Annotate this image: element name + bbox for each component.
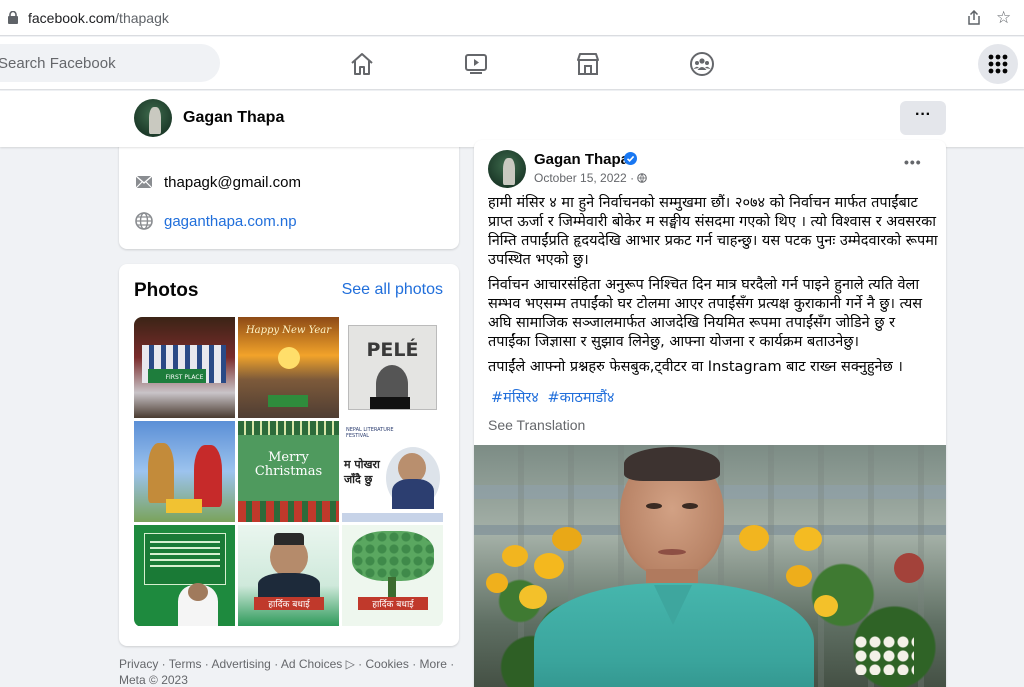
post-paragraph: तपाईंले आफ्नो प्रश्नहरु फेसबुक,ट्वीटर वा… — [488, 359, 903, 375]
hashtag-link[interactable]: #मंसिर४ — [491, 390, 539, 406]
photo-caption: हार्दिक बधाई — [358, 597, 428, 610]
profile-header-bar: Gagan Thapa ··· — [0, 91, 1024, 147]
photos-grid: FIRST PLACE Happy New Year PELÉ Merry Ch… — [134, 317, 443, 627]
email-text: thapagk@gmail.com — [164, 174, 301, 191]
post-date: October 15, 2022 — [534, 171, 627, 185]
menu-grid-icon — [988, 54, 1008, 74]
email-icon — [135, 175, 153, 189]
footer-link-more[interactable]: More — [420, 657, 447, 671]
groups-icon[interactable] — [688, 50, 716, 78]
post-body: हामी मंसिर ४ मा हुने निर्वाचनको सम्मुखमा… — [488, 194, 938, 383]
marketplace-icon[interactable] — [574, 50, 602, 78]
photo-caption: हार्दिक बधाई — [254, 597, 324, 610]
post-timestamp[interactable]: October 15, 2022 · — [534, 171, 648, 185]
bookmark-star-icon[interactable]: ☆ — [996, 8, 1011, 28]
photo-tile[interactable]: NEPAL LITERATURE FESTIVAL म पोखरा जाँदै छ… — [342, 421, 443, 522]
photo-caption: PELÉ — [366, 339, 419, 361]
post-video[interactable] — [474, 445, 946, 687]
menu-grid-button[interactable] — [978, 44, 1018, 84]
page-footer: Privacy · Terms · Advertising · Ad Choic… — [119, 657, 455, 687]
photo-tile[interactable]: PELÉ — [342, 317, 443, 418]
url-path: /thapagk — [115, 10, 169, 26]
hashtag-link[interactable]: #काठमाडौं४ — [547, 390, 614, 406]
ad-choices-icon: ▷ — [345, 657, 355, 671]
post-card: Gagan Thapa October 15, 2022 · ••• हामी … — [474, 140, 946, 687]
post-options-button[interactable]: ••• — [904, 154, 922, 170]
photo-tile[interactable] — [134, 525, 235, 626]
public-globe-icon — [637, 173, 648, 183]
search-input[interactable]: Search Facebook — [0, 44, 220, 82]
footer-link-terms[interactable]: Terms — [169, 657, 202, 671]
footer-copyright: Meta © 2023 — [119, 673, 188, 687]
lock-icon — [8, 11, 18, 24]
home-icon[interactable] — [348, 50, 376, 78]
browser-address-bar: facebook.com/thapagk ☆ — [0, 0, 1024, 36]
facebook-top-nav: Search Facebook — [0, 37, 1024, 90]
photo-caption: Happy New Year — [245, 325, 332, 336]
search-placeholder: Search Facebook — [0, 55, 116, 72]
photos-title: Photos — [134, 280, 199, 301]
photo-tile[interactable]: Happy New Year — [238, 317, 339, 418]
photo-tile[interactable]: Merry Christmas — [238, 421, 339, 522]
photo-tile[interactable]: हार्दिक बधाई — [238, 525, 339, 626]
see-translation-link[interactable]: See Translation — [488, 417, 585, 433]
post-author-avatar[interactable] — [488, 150, 526, 188]
profile-more-button[interactable]: ··· — [900, 101, 946, 135]
post-paragraph: हामी मंसिर ४ मा हुने निर्वाचनको सम्मुखमा… — [488, 195, 938, 268]
url-domain: facebook.com — [28, 10, 116, 26]
see-all-photos-link[interactable]: See all photos — [342, 281, 443, 299]
footer-link-privacy[interactable]: Privacy — [119, 657, 158, 671]
share-icon[interactable] — [966, 10, 982, 26]
photos-card: Photos See all photos FIRST PLACE Happy … — [119, 264, 459, 646]
photo-caption: Merry Christmas — [254, 450, 323, 479]
photo-caption: NEPAL LITERATURE FESTIVAL — [346, 427, 394, 439]
profile-name[interactable]: Gagan Thapa — [183, 109, 284, 127]
post-hashtags: #मंसिर४ #काठमाडौं४ — [491, 387, 618, 407]
post-paragraph: निर्वाचन आचारसंहिता अनुरूप निश्चित दिन म… — [488, 277, 923, 350]
post-author-name[interactable]: Gagan Thapa — [534, 151, 629, 168]
footer-link-cookies[interactable]: Cookies — [366, 657, 409, 671]
website-link[interactable]: gaganthapa.com.np — [164, 213, 297, 230]
photo-tile[interactable] — [134, 421, 235, 522]
globe-icon — [135, 212, 153, 230]
photo-tile[interactable]: FIRST PLACE — [134, 317, 235, 418]
footer-link-advertising[interactable]: Advertising — [211, 657, 270, 671]
url-text[interactable]: facebook.com/thapagk — [28, 10, 169, 26]
watch-icon[interactable] — [462, 50, 490, 78]
intro-card: thapagk@gmail.com gaganthapa.com.np — [119, 132, 459, 249]
verified-badge-icon — [624, 152, 637, 165]
photo-caption: FIRST PLACE — [165, 374, 204, 381]
photo-tile[interactable]: हार्दिक बधाई — [342, 525, 443, 626]
profile-avatar[interactable] — [134, 99, 172, 137]
footer-link-ad-choices[interactable]: Ad Choices — [281, 657, 342, 671]
